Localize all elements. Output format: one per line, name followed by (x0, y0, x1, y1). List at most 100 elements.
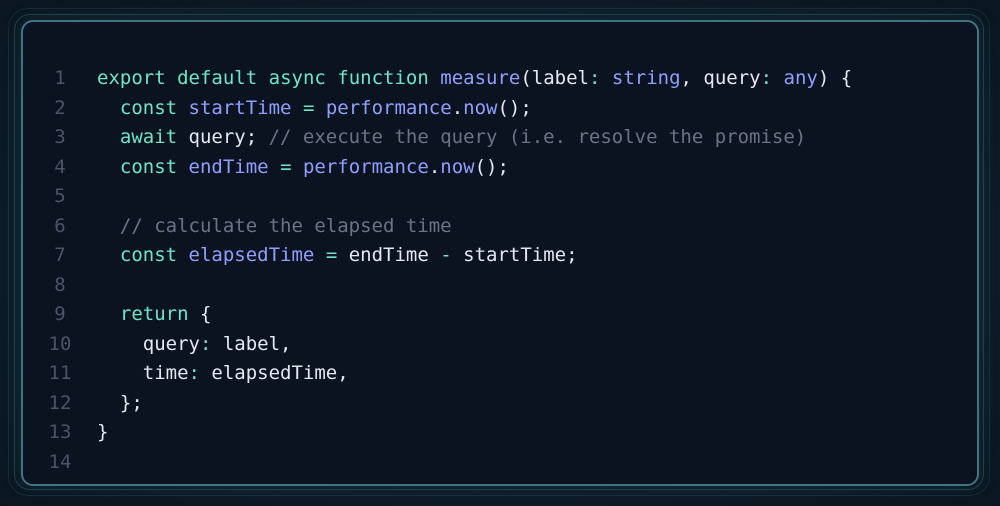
code-token: elapsedTime, (199, 362, 349, 384)
code-token: string (611, 67, 681, 89)
code-token: endTime (337, 244, 441, 266)
line-content[interactable]: await query; // execute the query (i.e. … (97, 123, 806, 153)
code-token: performance (302, 155, 429, 178)
line-content[interactable]: const startTime = performance.now(); (97, 94, 532, 124)
code-token: , query (680, 67, 761, 89)
code-token: : (588, 67, 601, 89)
code-line[interactable]: 13} (23, 418, 977, 448)
code-token: (); (474, 155, 509, 178)
line-number: 6 (54, 214, 66, 237)
code-token: any (783, 67, 818, 89)
code-token: }; (97, 391, 143, 414)
code-token: default (177, 67, 258, 89)
line-number: 11 (48, 362, 72, 384)
line-number: 1 (54, 67, 66, 89)
code-line[interactable]: 2 const startTime = performance.now(); (23, 94, 977, 124)
code-token: elapsedTime (188, 244, 315, 266)
code-line[interactable]: 9 return { (23, 300, 977, 330)
line-number: 8 (54, 273, 66, 296)
code-editor-panel[interactable]: 1 export default async function measure(l… (21, 20, 979, 486)
line-number: 14 (48, 450, 72, 473)
code-token: = (280, 155, 292, 178)
code-token: // execute the query (i.e. resolve the p… (268, 126, 807, 148)
line-content[interactable]: query: label, (97, 330, 292, 360)
code-token: now (463, 96, 498, 119)
line-content[interactable]: }; (97, 389, 143, 419)
code-token: = (302, 96, 315, 119)
code-token: export (97, 67, 166, 89)
line-number: 10 (48, 332, 72, 355)
code-token: return (119, 303, 189, 325)
code-block[interactable]: 1 export default async function measure(l… (23, 64, 977, 477)
code-token: const (119, 244, 178, 266)
code-token: = (325, 244, 338, 266)
line-content[interactable]: const elapsedTime = endTime - startTime; (97, 241, 578, 271)
code-token: (label (520, 67, 589, 89)
code-line[interactable]: 11 time: elapsedTime, (23, 359, 977, 389)
code-token: - (440, 244, 452, 266)
line-number: 4 (54, 155, 66, 178)
code-line[interactable]: 12 }; (23, 389, 977, 419)
code-token: : (199, 332, 212, 355)
code-token: const (119, 96, 178, 119)
code-token: : (760, 67, 773, 89)
code-token: { (188, 303, 212, 325)
code-line[interactable]: 1 export default async function measure(l… (23, 64, 977, 94)
code-line[interactable]: 3 await query; // execute the query (i.e… (23, 123, 977, 153)
code-token: . (428, 155, 441, 178)
line-number: 3 (54, 126, 66, 148)
code-line[interactable]: 8 (23, 271, 977, 301)
code-token: query (97, 332, 200, 355)
line-number: 5 (54, 185, 66, 207)
code-token: time (97, 362, 189, 384)
code-line[interactable]: 10 query: label, (23, 330, 977, 360)
line-content[interactable]: } (97, 418, 108, 448)
line-number: 2 (54, 96, 66, 119)
code-token: async (268, 67, 326, 89)
code-token: endTime (188, 155, 269, 178)
line-number: 12 (48, 391, 72, 414)
code-token: now (440, 155, 475, 178)
line-content[interactable]: const endTime = performance.now(); (97, 153, 509, 183)
code-token: function (337, 67, 429, 89)
code-token: (); (497, 96, 532, 119)
code-line[interactable]: 4 const endTime = performance.now(); (23, 153, 977, 183)
line-number: 7 (54, 244, 66, 266)
code-token: : (188, 362, 200, 384)
code-line[interactable]: 6 // calculate the elapsed time (23, 212, 977, 242)
code-token: measure (440, 67, 521, 89)
code-line[interactable]: 5 (23, 182, 977, 212)
line-number: 13 (48, 421, 72, 443)
code-line[interactable]: 14 (23, 448, 977, 478)
code-token: startTime (188, 96, 292, 119)
code-token: query; (177, 126, 269, 148)
code-line[interactable]: 7 const elapsedTime = endTime - startTim… (23, 241, 977, 271)
line-content[interactable]: // calculate the elapsed time (97, 212, 452, 242)
code-token: startTime; (451, 244, 578, 266)
code-token: label, (211, 332, 292, 355)
line-content[interactable]: return { (97, 300, 212, 330)
line-content[interactable]: export default async function measure(la… (97, 64, 852, 94)
line-number: 9 (54, 303, 66, 325)
code-token: . (451, 96, 464, 119)
code-token: await (119, 126, 178, 148)
code-token: ) { (817, 67, 853, 89)
code-token: // calculate the elapsed time (119, 214, 452, 237)
line-content[interactable]: time: elapsedTime, (97, 359, 349, 389)
code-token: const (119, 155, 178, 178)
